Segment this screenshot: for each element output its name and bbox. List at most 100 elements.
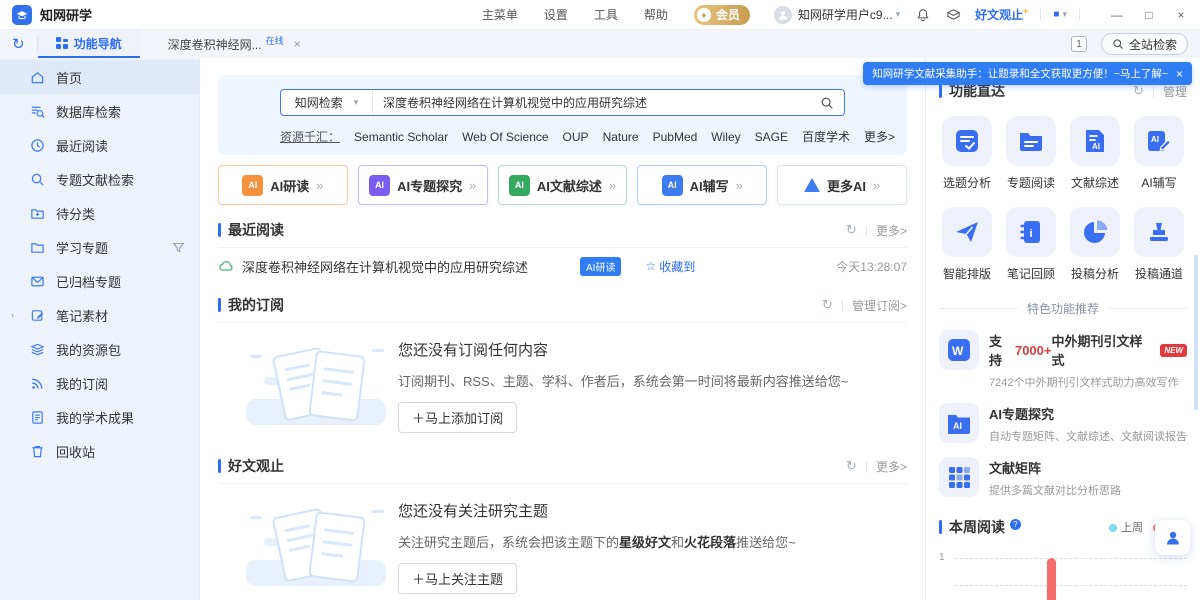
refresh-page-icon[interactable]: ↻ [0, 35, 37, 53]
haowen-quick-link[interactable]: 好文观止+ [975, 6, 1028, 23]
expand-chevron-icon[interactable]: › [11, 310, 14, 320]
resource-link-nature[interactable]: Nature [603, 130, 639, 144]
banner-close-icon[interactable]: × [1176, 67, 1183, 81]
notification-bell-icon[interactable] [916, 8, 930, 22]
site-search-button[interactable]: 全站检索 [1101, 33, 1188, 55]
help-question-icon[interactable]: ? [1010, 519, 1021, 530]
matrix-grid-icon [946, 464, 972, 490]
sidebar-item-recycle-bin[interactable]: 回收站 [0, 434, 199, 468]
quick-smart-typesetting[interactable]: 智能排版 [939, 207, 995, 282]
quick-submission-analysis[interactable]: 投稿分析 [1067, 207, 1123, 282]
tab-function-navigation[interactable]: 功能导航 [38, 30, 140, 58]
username[interactable]: 知网研学用户c9... [798, 6, 893, 23]
sidebar-item-academic-achievements[interactable]: 我的学术成果 [0, 400, 199, 434]
menu-settings[interactable]: 设置 [544, 6, 568, 23]
refresh-icon[interactable]: ↻ [846, 222, 857, 238]
sidebar-item-archived-topics[interactable]: 已归档专题 [0, 264, 199, 298]
collector-notification-banner[interactable]: 知网研学文献采集助手：让题录和全文获取更方便！~马上了解~ × [863, 62, 1192, 85]
sidebar-item-topic-literature-search[interactable]: 专题文献检索 [0, 162, 199, 196]
feature-literature-matrix[interactable]: 文献矩阵 提供多篇文献对比分析思路 [939, 457, 1187, 498]
quick-manage-link[interactable]: 管理 [1163, 83, 1187, 100]
quick-literature-review[interactable]: AI 文献综述 [1067, 116, 1123, 191]
quick-note-review[interactable]: i 笔记回顾 [1003, 207, 1059, 282]
user-chevron-down-icon[interactable]: ▾ [896, 9, 901, 20]
quick-topic-analysis[interactable]: 选题分析 [939, 116, 995, 191]
online-badge: 在线 [266, 34, 284, 47]
quick-topic-reading[interactable]: 专题阅读 [1003, 116, 1059, 191]
recent-more-link[interactable]: 更多> [876, 222, 907, 239]
ai-reading-button[interactable]: AI AI研读 » [218, 165, 348, 205]
open-pages-badge[interactable]: 1 [1071, 36, 1087, 52]
quick-label: 投稿分析 [1071, 265, 1119, 282]
folder-list-icon [1017, 127, 1045, 155]
resource-box-icon[interactable] [946, 7, 961, 22]
resource-link-semantic-scholar[interactable]: Semantic Scholar [354, 130, 448, 144]
search-engine-select[interactable]: 知网检索 ▾ [281, 90, 373, 115]
filter-icon[interactable] [172, 241, 185, 254]
resource-link-more[interactable]: 更多> [864, 128, 895, 145]
menu-help[interactable]: 帮助 [644, 6, 668, 23]
search-button[interactable] [810, 90, 844, 115]
tab-bar: ↻ 功能导航 深度卷积神经网... 在线 × 1 全站检索 [0, 30, 1200, 58]
scrollbar-thumb[interactable] [1194, 255, 1198, 410]
quick-ai-writing[interactable]: AI AI辅写 [1131, 116, 1187, 191]
layout-toggle-icon[interactable]: ■ [1053, 9, 1059, 20]
sidebar-item-subscriptions[interactable]: 我的订阅 [0, 366, 199, 400]
refresh-icon[interactable]: ↻ [846, 458, 857, 474]
sidebar-item-home[interactable]: 首页 [0, 60, 199, 94]
resource-link-oup[interactable]: OUP [563, 130, 589, 144]
window-minimize-button[interactable]: — [1110, 8, 1124, 22]
layout-chevron-down-icon[interactable]: ▾ [1062, 9, 1067, 20]
resource-link-pubmed[interactable]: PubMed [653, 130, 698, 144]
feature-ai-topic-explore[interactable]: AI AI专题探究 自动专题矩阵、文献综述、文献阅读报告 [939, 403, 1187, 444]
sidebar-label: 已归档专题 [56, 272, 121, 291]
sidebar-item-unclassified[interactable]: 待分类 [0, 196, 199, 230]
ai-writing-assist-button[interactable]: AI AI辅写 » [637, 165, 767, 205]
menu-tools[interactable]: 工具 [594, 6, 618, 23]
user-avatar[interactable] [774, 6, 792, 24]
haowen-empty-state: 您还没有关注研究主题 关注研究主题后，系统会把该主题下的星级好文和火花段落推送给… [218, 490, 907, 600]
clock-icon [30, 138, 45, 153]
resource-link-web-of-science[interactable]: Web Of Science [462, 130, 548, 144]
sidebar-item-note-materials[interactable]: › 笔记素材 [0, 298, 199, 332]
trash-icon [30, 444, 45, 459]
recent-item-title[interactable]: 深度卷积神经网络在计算机视觉中的应用研究综述 [242, 257, 528, 276]
gridline [955, 558, 1187, 559]
add-subscription-button[interactable]: ＋马上添加订阅 [398, 402, 517, 433]
sidebar: 首页 数据库检索 最近阅读 专题文献检索 待分类 学习专题 已归档专题 › 笔记… [0, 58, 200, 600]
sidebar-item-recent-reading[interactable]: 最近阅读 [0, 128, 199, 162]
ai-folder-icon: AI [946, 410, 972, 436]
refresh-icon[interactable]: ↻ [822, 297, 833, 313]
vip-badge[interactable]: ♦ 会员 [694, 5, 750, 25]
recent-reading-item[interactable]: 深度卷积神经网络在计算机视觉中的应用研究综述 AI研读 ☆ 收藏到 今天13:2… [218, 248, 907, 284]
haowen-more-link[interactable]: 更多> [876, 458, 907, 475]
tab-document[interactable]: 深度卷积神经网... 在线 × [168, 36, 301, 53]
sidebar-item-study-topics[interactable]: 学习专题 [0, 230, 199, 264]
feature-title-highlight: 7000+ [1015, 343, 1052, 358]
feature-citation-styles[interactable]: W 支持7000+中外期刊引文样式 NEW 7242个中外期刊引文样式助力高效写… [939, 330, 1187, 390]
favorite-action[interactable]: ☆ 收藏到 [645, 258, 695, 275]
resource-link-baidu-scholar[interactable]: 百度学术 [802, 128, 850, 145]
more-ai-button[interactable]: 更多AI » [777, 165, 907, 205]
assistant-float-button[interactable] [1155, 520, 1190, 555]
search-input[interactable] [373, 96, 810, 110]
window-close-button[interactable]: × [1174, 8, 1188, 22]
menu-main[interactable]: 主菜单 [482, 6, 518, 23]
resource-link-wiley[interactable]: Wiley [711, 130, 740, 144]
tab-close-icon[interactable]: × [294, 37, 301, 51]
refresh-icon[interactable]: ↻ [1133, 83, 1144, 99]
svg-text:AI: AI [953, 421, 962, 431]
ai-literature-review-button[interactable]: AI AI文献综述 » [498, 165, 628, 205]
quick-submission-channel[interactable]: 投稿通道 [1131, 207, 1187, 282]
sidebar-item-database-search[interactable]: 数据库检索 [0, 94, 199, 128]
triangle-logo-icon [804, 178, 820, 192]
sidebar-item-resource-packages[interactable]: 我的资源包 [0, 332, 199, 366]
follow-topic-button[interactable]: ＋马上关注主题 [398, 563, 517, 594]
window-maximize-button[interactable]: □ [1142, 8, 1156, 22]
resource-link-sage[interactable]: SAGE [755, 130, 788, 144]
ai-reading-badge[interactable]: AI研读 [580, 257, 621, 276]
search-engine-value: 知网检索 [295, 94, 343, 111]
feature-desc: 7242个中外期刊引文样式助力高效写作 [989, 374, 1187, 390]
manage-subscription-link[interactable]: 管理订阅> [852, 297, 907, 314]
ai-topic-explore-button[interactable]: AI AI专题探究 » [358, 165, 488, 205]
